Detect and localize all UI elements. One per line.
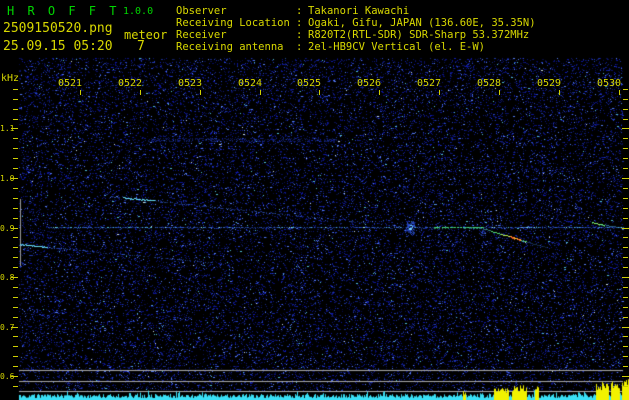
y-axis-minor-tick	[13, 287, 18, 288]
y-axis-minor-tick-right	[623, 148, 628, 149]
y-axis-minor-tick	[13, 218, 18, 219]
y-axis-minor-tick	[13, 356, 18, 357]
x-axis-label: 0521	[57, 78, 83, 89]
y-axis-minor-tick-right	[623, 346, 628, 347]
x-axis-tick	[200, 90, 201, 95]
y-axis-minor-tick-right	[623, 287, 628, 288]
y-axis-major-tick	[11, 277, 18, 278]
axes-layer: kHz 0521 0522 0523 0524 0525 0526 0527 0528 0529…	[0, 0, 629, 400]
y-axis-minor-tick	[13, 188, 18, 189]
x-axis-label: 0523	[177, 78, 203, 89]
x-axis-label: 0529	[536, 78, 562, 89]
y-axis-minor-tick-right	[623, 297, 628, 298]
y-axis-minor-tick	[13, 247, 18, 248]
y-axis-major-tick	[11, 327, 18, 328]
y-axis-minor-tick-right	[623, 336, 628, 337]
y-axis-major-tick-right	[622, 376, 629, 377]
y-axis-minor-tick-right	[623, 317, 628, 318]
y-axis-minor-tick	[13, 267, 18, 268]
y-axis-minor-tick	[13, 198, 18, 199]
y-axis-minor-tick-right	[623, 237, 628, 238]
y-axis-minor-tick	[13, 317, 18, 318]
y-axis-minor-tick-right	[623, 188, 628, 189]
y-axis-unit-label: kHz	[1, 73, 20, 84]
y-axis-minor-tick-right	[623, 89, 628, 90]
y-axis-minor-tick	[13, 148, 18, 149]
y-axis-major-tick-right	[622, 228, 629, 229]
y-axis-minor-tick-right	[623, 119, 628, 120]
y-axis-minor-tick	[13, 297, 18, 298]
y-axis-minor-tick	[13, 257, 18, 258]
y-axis-minor-tick-right	[623, 158, 628, 159]
y-axis-minor-tick-right	[623, 267, 628, 268]
y-axis-minor-tick-right	[623, 99, 628, 100]
y-axis-major-tick-right	[622, 327, 629, 328]
x-axis-tick	[260, 90, 261, 95]
y-axis-minor-tick	[13, 208, 18, 209]
y-axis-major-tick	[11, 228, 18, 229]
x-axis-label: 0525	[296, 78, 322, 89]
y-axis-major-tick	[11, 128, 18, 129]
y-axis-minor-tick	[13, 89, 18, 90]
x-axis-tick	[559, 90, 560, 95]
y-axis-minor-tick-right	[623, 218, 628, 219]
y-axis-minor-tick-right	[623, 356, 628, 357]
y-axis-minor-tick	[13, 119, 18, 120]
y-axis-minor-tick	[13, 346, 18, 347]
y-axis-minor-tick-right	[623, 109, 628, 110]
y-axis-minor-tick-right	[623, 198, 628, 199]
x-axis-tick	[439, 90, 440, 95]
y-axis-minor-tick	[13, 99, 18, 100]
y-axis-minor-tick	[13, 237, 18, 238]
x-axis-label: 0526	[356, 78, 382, 89]
x-axis-label: 0522	[117, 78, 143, 89]
y-axis-major-tick-right	[622, 128, 629, 129]
x-axis-tick	[80, 90, 81, 95]
x-axis-label: 0530	[596, 78, 622, 89]
y-axis-major-tick-right	[622, 178, 629, 179]
y-axis-minor-tick	[13, 366, 18, 367]
y-axis-minor-tick-right	[623, 208, 628, 209]
x-axis-label: 0527	[416, 78, 442, 89]
y-axis-major-tick	[11, 178, 18, 179]
y-axis-minor-tick	[13, 336, 18, 337]
y-axis-minor-tick	[13, 109, 18, 110]
y-axis-major-tick-right	[622, 277, 629, 278]
y-axis-minor-tick-right	[623, 168, 628, 169]
y-axis-minor-tick-right	[623, 386, 628, 387]
x-axis-tick	[619, 90, 620, 95]
y-axis-minor-tick-right	[623, 247, 628, 248]
y-axis-minor-tick-right	[623, 257, 628, 258]
x-axis-tick	[140, 90, 141, 95]
y-axis-minor-tick	[13, 307, 18, 308]
y-axis-minor-tick	[13, 168, 18, 169]
x-axis-tick	[499, 90, 500, 95]
y-axis-minor-tick	[13, 158, 18, 159]
x-axis-tick	[379, 90, 380, 95]
x-axis-label: 0524	[237, 78, 263, 89]
y-axis-minor-tick	[13, 386, 18, 387]
y-axis-minor-tick-right	[623, 138, 628, 139]
y-axis-minor-tick-right	[623, 366, 628, 367]
hrofft-window: H R O F F T 1.0.0 2509150520.png meteor …	[0, 0, 629, 400]
y-axis-major-tick	[11, 376, 18, 377]
x-axis-tick	[319, 90, 320, 95]
x-axis-label: 0528	[476, 78, 502, 89]
y-axis-minor-tick	[13, 138, 18, 139]
y-axis-minor-tick-right	[623, 307, 628, 308]
